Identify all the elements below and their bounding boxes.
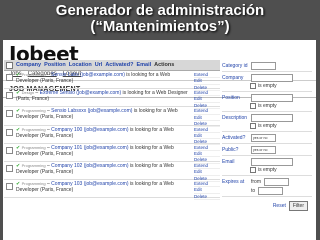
filter-description-empty-label: is empty — [258, 123, 277, 129]
row-category: Programming — [21, 162, 46, 168]
delete-link[interactable]: Delete — [194, 194, 220, 201]
filter-company-empty-checkbox[interactable] — [250, 83, 256, 89]
row-category: Programming — [21, 144, 46, 150]
table-row: ✔ Programming – Company 102 (job@example… — [4, 162, 220, 182]
row-checkbox[interactable] — [6, 110, 13, 118]
filter-expires-to-select[interactable] — [258, 186, 284, 195]
filter-position-empty-label: is empty — [258, 103, 277, 109]
filter-position-label: Position — [222, 94, 240, 101]
filter-expires-from-select[interactable] — [264, 177, 289, 186]
header-url[interactable]: Url — [95, 62, 103, 68]
table-row: ✔ Programming – Sensio Labs (job@example… — [4, 71, 220, 91]
header-position[interactable]: Position — [44, 62, 66, 68]
filter-email-empty-label: is empty — [258, 167, 277, 173]
row-checkbox[interactable] — [6, 128, 13, 136]
header-activated[interactable]: Activated? — [105, 62, 133, 68]
table-row: ✔ Design – Extreme Sensio (job@example.c… — [4, 89, 220, 110]
filter-email-input[interactable] — [251, 157, 293, 166]
filter-expires-from-label: from — [251, 178, 261, 185]
filter-company-input[interactable] — [251, 73, 293, 82]
table-row: ✔ Programming – Company 103 (job@example… — [4, 180, 220, 201]
row-checkbox[interactable] — [6, 146, 13, 154]
row-checkbox[interactable] — [6, 164, 13, 172]
row-category: Design — [21, 90, 35, 96]
table-row: ✔ Programming – Company 100 (job@example… — [4, 126, 220, 146]
row-category: Programming — [21, 108, 46, 114]
row-category: Programming — [21, 181, 46, 187]
header-company[interactable]: Company — [16, 62, 41, 68]
job-list: Company Position Location Url Activated?… — [4, 60, 220, 201]
slide-title-line-2: (“Mantenimientos”) — [90, 18, 230, 35]
filter-button[interactable]: Filter — [288, 201, 308, 211]
filter-company-empty-label: is empty — [258, 83, 277, 89]
filter-description-empty-checkbox[interactable] — [250, 123, 256, 129]
slide-title-line-1: Generador de administración — [55, 2, 265, 19]
header-email[interactable]: Email — [136, 62, 151, 68]
filter-public-label: Public? — [222, 146, 239, 153]
filter-position-empty-checkbox[interactable] — [250, 103, 256, 109]
filter-activated-label: Activated? — [222, 134, 246, 141]
list-header: Company Position Location Url Activated?… — [4, 60, 220, 71]
filter-email-empty-checkbox[interactable] — [250, 167, 256, 173]
filter-category-label: Category id — [222, 62, 248, 69]
filter-expires-label: Expires at — [222, 178, 245, 185]
filter-description-label: Description — [222, 114, 248, 121]
filter-company-label: Company — [222, 74, 244, 81]
header-location[interactable]: Location — [69, 62, 92, 68]
row-checkbox[interactable] — [6, 183, 13, 191]
row-category: Programming — [21, 72, 46, 77]
filter-description-input[interactable] — [251, 113, 293, 122]
reset-filter-link[interactable]: Reset — [273, 203, 286, 209]
filter-category-select[interactable] — [251, 61, 276, 70]
filter-email-label: Email — [222, 158, 235, 165]
filter-expires-to-label: to — [251, 187, 256, 194]
filter-position-input[interactable] — [251, 93, 293, 102]
header-actions: Actions — [154, 62, 175, 68]
table-row: ✔ Programming – Sensio Labsxxx (job@exam… — [4, 107, 220, 128]
table-row: ✔ Programming – Company 101 (job@example… — [4, 144, 220, 164]
select-all-checkbox[interactable] — [6, 61, 13, 69]
row-company-link[interactable]: Extreme Sensio (job@example.com) — [40, 90, 122, 96]
slide-title: Generador de administración (“Mantenimie… — [0, 0, 320, 43]
filter-public-select[interactable]: yes or no — [251, 145, 276, 154]
row-checkbox[interactable] — [6, 74, 13, 81]
row-checkbox[interactable] — [6, 92, 13, 100]
filter-panel: Category id Company is empty Position is… — [222, 60, 312, 211]
row-category: Programming — [21, 126, 46, 132]
filter-activated-select[interactable]: yes or no — [251, 133, 276, 142]
